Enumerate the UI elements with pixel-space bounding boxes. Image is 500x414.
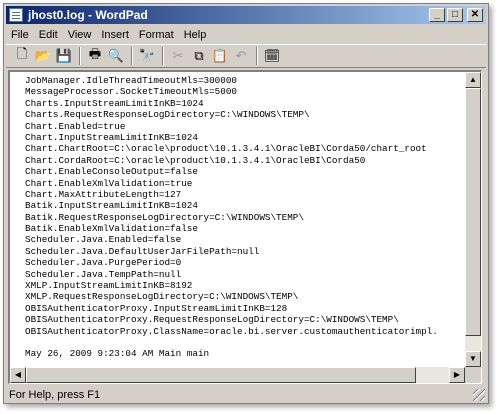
document-line: Batik.RequestResponseLogDirectory=C:\WIN… [25,211,304,223]
scroll-down-icon[interactable]: ▼ [465,351,481,367]
document-line: Chart.ChartRoot=C:\oracle\product\10.1.3… [25,143,427,155]
document-line: Chart.MaxAttributeLength=127 [25,188,182,200]
paste-icon[interactable]: 📋 [210,46,230,66]
document-line: May 26, 2009 9:23:04 AM Main main [25,348,210,360]
horizontal-scrollbar[interactable]: ◀ ▶ [10,367,465,383]
document-line: Chart.EnableConsoleOutput=false [25,166,198,178]
vertical-scroll-thumb[interactable] [465,88,481,336]
document-line: Scheduler.Java.TempPath=null [25,268,182,280]
wordpad-window: jhost0.log - WordPad _ □ ✕ File Edit Vie… [3,3,489,404]
print-preview-icon[interactable]: 🔍 [106,46,126,66]
document-line: Scheduler.Java.Enabled=false [25,234,182,246]
document-line: Chart.InputStreamLimitInKB=1024 [25,131,198,143]
document-line: Chart.CordaRoot=C:\oracle\product\10.1.3… [25,154,366,166]
toolbar-separator [162,47,164,65]
status-bar: For Help, press F1 [6,387,486,403]
toolbar-separator [131,47,133,65]
maximize-button[interactable]: □ [447,8,463,22]
new-document-icon[interactable]: 🗋 [12,46,32,66]
document-line: Scheduler.Java.DefaultUserJarFilePath=nu… [25,245,260,257]
cut-icon: ✂ [172,48,184,63]
menu-help[interactable]: Help [179,29,212,41]
toolbar-separator [256,47,258,65]
scroll-left-icon[interactable]: ◀ [10,367,26,383]
status-text: For Help, press F1 [9,389,101,401]
document-line: OBISAuthenticatorProxy.ClassName=oracle.… [25,325,438,337]
document-line: MessageProcessor.SocketTimeoutMls=5000 [25,86,238,98]
document-line: Charts.RequestResponseLogDirectory=C:\WI… [25,109,310,121]
close-button[interactable]: ✕ [467,8,483,22]
menu-insert[interactable]: Insert [96,29,134,41]
menu-edit[interactable]: Edit [34,29,63,41]
scroll-up-icon[interactable]: ▲ [465,72,481,88]
menu-bar: File Edit View Insert Format Help [6,26,486,43]
document-editor[interactable]: JobManager.IdleThreadTimeoutMls=300000 Me… [8,70,482,384]
menu-file[interactable]: File [6,29,34,41]
document-line: XMLP.RequestResponseLogDirectory=C:\WIND… [25,291,299,303]
document-line: Batik.EnableXmlValidation=false [25,223,198,235]
undo-icon: ↶ [235,48,247,63]
document-line: Scheduler.Java.PurgePeriod=0 [25,257,182,269]
open-folder-icon[interactable]: 📂 [33,46,53,66]
minimize-button[interactable]: _ [429,8,445,22]
document-line: OBISAuthenticatorProxy.InputStreamLimitI… [25,302,288,314]
document-line: OBISAuthenticatorProxy.RequestResponseLo… [25,314,399,326]
horizontal-scroll-thumb[interactable] [26,367,416,383]
print-icon[interactable]: 🖶 [85,46,105,66]
window-title: jhost0.log - WordPad [28,8,148,22]
scroll-right-icon[interactable]: ▶ [449,367,465,383]
find-icon[interactable]: 🔭 [137,46,157,66]
insert-date-time-icon[interactable]: 🗓 [262,46,282,66]
resize-grip-icon[interactable] [473,389,485,401]
document-line: Charts.InputStreamLimitInKB=1024 [25,97,204,109]
title-bar[interactable]: jhost0.log - WordPad _ □ ✕ [6,6,486,24]
document-line: XMLP.InputStreamLimitInKB=8192 [25,280,193,292]
document-text[interactable]: JobManager.IdleThreadTimeoutMls=300000 Me… [10,72,465,367]
scrollbar-corner [465,367,481,383]
menu-view[interactable]: View [63,29,97,41]
copy-icon[interactable]: ⧉ [189,46,209,66]
document-line: Batik.InputStreamLimitInKB=1024 [25,200,198,212]
document-line: Chart.Enabled=true [25,120,126,132]
toolbar-separator [79,47,81,65]
document-line: JobManager.IdleThreadTimeoutMls=300000 [25,75,238,86]
document-line: Chart.EnableXmlValidation=true [25,177,193,189]
menu-format[interactable]: Format [134,29,179,41]
wordpad-app-icon[interactable] [9,8,23,22]
toolbar: 🗋 📂 💾 🖶 🔍 🔭 ✂ ⧉ 📋 ↶ 🗓 [6,44,486,68]
vertical-scrollbar[interactable]: ▲ ▼ [465,72,481,367]
save-icon[interactable]: 💾 [54,46,74,66]
